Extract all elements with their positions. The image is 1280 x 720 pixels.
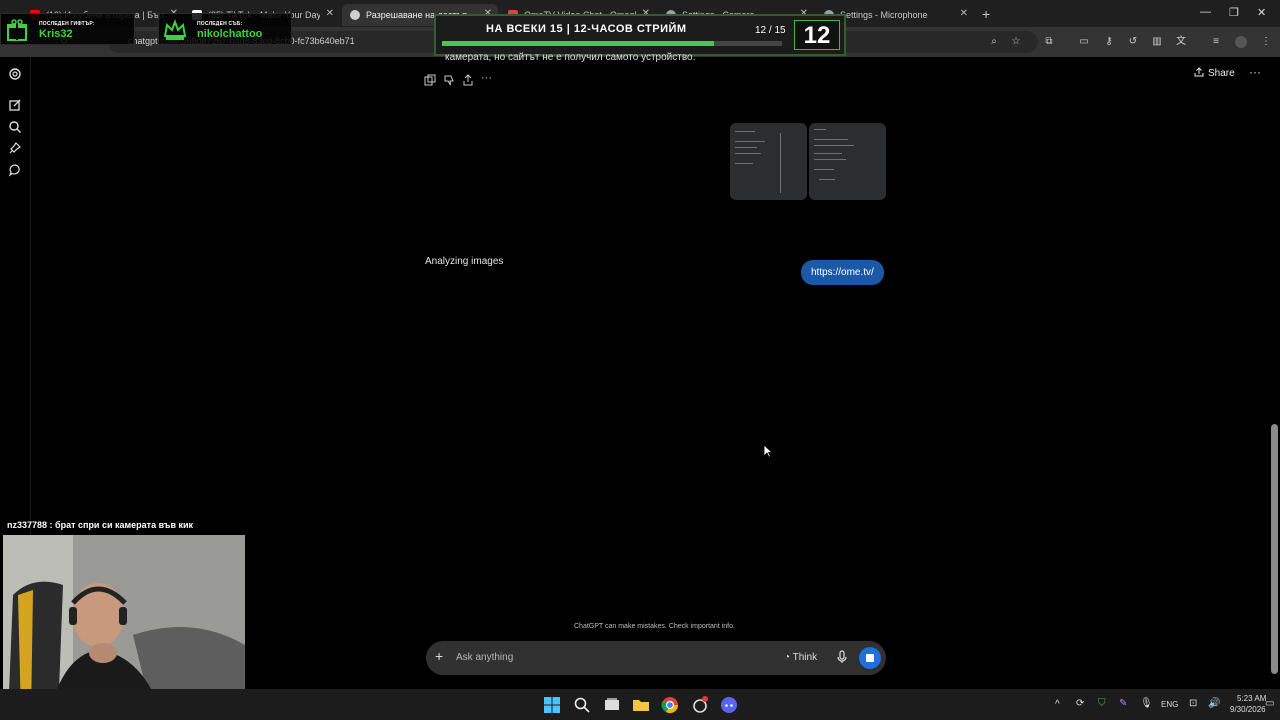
close-window-icon[interactable]: ✕ <box>1257 6 1266 19</box>
goal-progress-fill <box>442 41 714 46</box>
sidebar-icon[interactable]: ≡ <box>1210 36 1222 48</box>
windows-start-icon[interactable] <box>543 696 561 714</box>
share-message-icon[interactable] <box>462 73 474 86</box>
language-indicator[interactable]: ENG <box>1161 700 1178 709</box>
profile-avatar[interactable] <box>1235 36 1247 48</box>
bookmark-star-icon[interactable]: ☆ <box>1010 36 1022 48</box>
copy-icon[interactable] <box>424 73 436 86</box>
close-tab-icon[interactable]: ✕ <box>960 8 968 19</box>
windows-taskbar: ^ ⟳ ⛉ ✎ 🎙 ENG ⊡ 🔊 5:23 AM 9/30/2026 ▭ <box>0 689 1280 720</box>
new-tab-button[interactable]: + <box>982 6 990 22</box>
chat-composer[interactable]: + Ask anything ◔ Think <box>426 641 886 675</box>
delete-icon[interactable]: ▥ <box>1151 36 1163 48</box>
volume-icon[interactable]: 🔊 <box>1208 698 1220 709</box>
microphone-icon[interactable] <box>836 650 848 664</box>
new-chat-icon[interactable] <box>8 98 22 112</box>
mouse-cursor-icon <box>763 444 774 463</box>
chatgpt-icon <box>350 10 360 20</box>
file-explorer-icon[interactable] <box>632 696 650 714</box>
previous-message-fragment: камерата, но сайтът не е получил самото … <box>445 52 696 63</box>
sync-icon[interactable]: ⟳ <box>1076 698 1084 709</box>
screen: (19) Изгубени в гората | Бърло ✕ (85) Ti… <box>0 0 1280 720</box>
disclaimer-text: ChatGPT can make mistakes. Check importa… <box>574 623 735 630</box>
chat-message-overlay: nz337788 : брат спри си камерата във кик <box>7 520 194 530</box>
attach-plus-icon[interactable]: + <box>435 648 443 664</box>
scrollbar-thumb[interactable] <box>1271 424 1278 674</box>
history-icon[interactable]: ↺ <box>1127 36 1139 48</box>
clock-time[interactable]: 5:23 AM <box>1237 694 1266 703</box>
message-actions: ··· <box>424 73 493 86</box>
search-icon[interactable] <box>8 120 22 134</box>
app-icon[interactable] <box>691 696 709 714</box>
sub-goal-overlay: НА ВСЕКИ 15 | 12-ЧАСОВ СТРИЙМ 12 / 15 12 <box>434 14 846 56</box>
zoom-icon[interactable]: ⌕ <box>988 36 1000 48</box>
extensions-icon[interactable]: ⧉ <box>1043 36 1055 48</box>
search-icon[interactable] <box>573 696 591 714</box>
goal-progress-bar <box>442 41 782 46</box>
clock-date[interactable]: 9/30/2026 <box>1230 705 1266 714</box>
microphone-tray-icon[interactable]: 🎙 <box>1140 698 1153 709</box>
last-gifter-overlay: ПОСЛЕДЕН ГИФТЪР: Kris32 <box>0 13 135 45</box>
browser-menu-icon[interactable]: ⋮ <box>1260 36 1272 48</box>
analyzing-status: Analyzing images <box>425 256 504 267</box>
message-input[interactable]: Ask anything <box>456 652 513 663</box>
notifications-icon[interactable]: ▭ <box>1265 698 1274 709</box>
discord-icon[interactable] <box>720 696 738 714</box>
openai-logo-icon[interactable] <box>8 67 22 81</box>
attached-image-thumbnail[interactable] <box>730 123 807 200</box>
show-hidden-icons-icon[interactable]: ^ <box>1055 699 1060 710</box>
task-view-icon[interactable] <box>603 696 621 714</box>
chrome-icon[interactable] <box>661 696 679 714</box>
stop-generating-button[interactable] <box>859 647 881 669</box>
translate-icon[interactable]: 文 <box>1175 36 1187 48</box>
pen-icon[interactable]: ✎ <box>1119 698 1127 709</box>
last-sub-overlay: ПОСЛЕДЕН СЪБ: nikolchattoo <box>158 13 292 45</box>
close-tab-icon[interactable]: ✕ <box>326 8 334 19</box>
payment-icon[interactable]: ▭ <box>1078 36 1090 48</box>
attached-image-thumbnail[interactable] <box>809 123 886 200</box>
more-options-icon[interactable]: ··· <box>481 73 493 85</box>
crown-icon <box>163 18 187 42</box>
share-button[interactable]: Share <box>1194 67 1235 80</box>
chat-bubble-icon[interactable] <box>8 163 22 177</box>
scrollbar[interactable] <box>1271 59 1278 687</box>
network-icon[interactable]: ⊡ <box>1189 698 1197 709</box>
stop-icon <box>866 654 874 662</box>
restore-icon[interactable]: ❐ <box>1229 6 1239 19</box>
minimize-icon[interactable]: — <box>1200 6 1211 18</box>
key-icon[interactable]: ⚷ <box>1103 36 1115 48</box>
user-message-link[interactable]: https://ome.tv/ <box>801 260 884 285</box>
pin-icon[interactable] <box>8 141 22 155</box>
gift-icon <box>5 18 29 42</box>
upload-icon <box>1194 67 1204 80</box>
conversation-menu-icon[interactable]: ··· <box>1249 65 1261 79</box>
think-button[interactable]: ◔ Think <box>784 652 817 663</box>
thumbs-down-icon[interactable] <box>443 73 455 86</box>
security-shield-icon[interactable]: ⛉ <box>1098 698 1106 709</box>
